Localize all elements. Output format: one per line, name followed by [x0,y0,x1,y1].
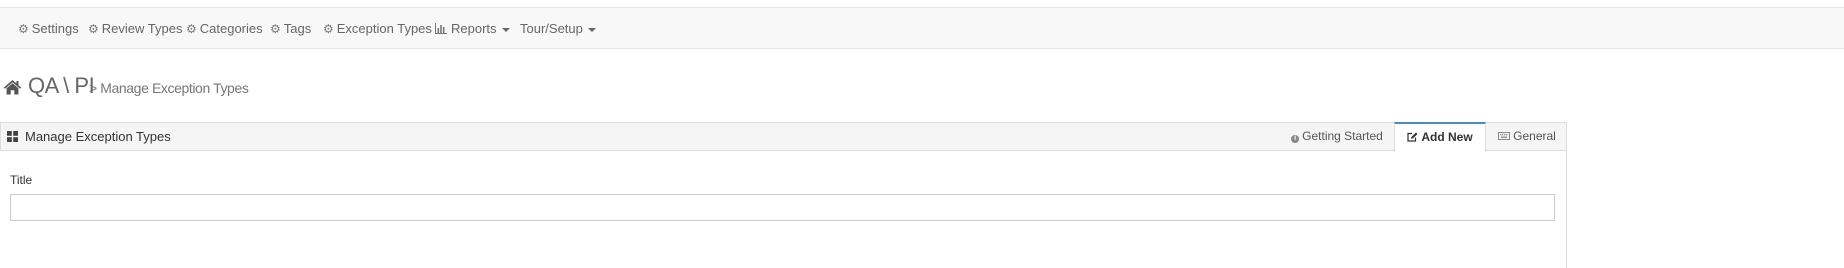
caret-down-icon [501,27,510,32]
nav-settings-label: Settings [31,21,79,36]
keyboard-icon [1498,132,1511,140]
gear-icon: ⚙ [186,22,197,36]
tab-getting-started-label: Getting Started [1302,129,1383,143]
tab-add-new[interactable]: Add New [1394,122,1486,152]
tab-add-new-label: Add New [1421,130,1473,144]
grid-icon [7,131,18,142]
home-icon[interactable] [3,79,22,95]
title-input[interactable] [10,194,1555,221]
nav-review-types-label: Review Types [101,21,183,36]
nav-reports-dropdown[interactable]: Reports [435,8,510,50]
app-brand: QA \ PI [28,73,95,98]
gear-icon: ⚙ [323,22,334,36]
panel-header: Manage Exception Types i Getting Started … [0,122,1567,152]
info-icon: i [1291,135,1300,143]
nav-exception-types[interactable]: ⚙ Exception Types [323,8,432,50]
edit-icon [1407,132,1418,142]
nav-reports-label: Reports [451,21,497,36]
nav-tags[interactable]: ⚙ Tags [270,8,311,50]
panel-title: Manage Exception Types [25,129,171,144]
nav-review-types[interactable]: ⚙ Review Types [88,8,182,50]
tab-general[interactable]: General [1488,122,1566,151]
nav-exception-types-label: Exception Types [336,21,432,36]
nav-tour-setup-dropdown[interactable]: Tour/Setup [520,8,596,50]
gear-icon: ⚙ [88,22,99,36]
caret-down-icon [587,27,596,32]
nav-tags-label: Tags [283,21,312,36]
bar-chart-icon [435,23,447,34]
gear-icon: ⚙ [270,22,281,36]
title-label: Title [10,173,33,187]
nav-categories-label: Categories [199,21,263,36]
tab-getting-started[interactable]: i Getting Started [1283,122,1391,151]
nav-categories[interactable]: ⚙ Categories [186,8,263,50]
nav-settings[interactable]: ⚙ Settings [18,8,79,50]
nav-tour-setup-label: Tour/Setup [520,21,583,36]
panel-right-border [1566,122,1567,268]
tab-general-label: General [1513,129,1556,143]
breadcrumb: > Manage Exception Types [89,80,249,96]
top-navbar: ⚙ Settings ⚙ Review Types ⚙ Categories ⚙ Tag… [0,7,1844,49]
gear-icon: ⚙ [18,22,29,36]
